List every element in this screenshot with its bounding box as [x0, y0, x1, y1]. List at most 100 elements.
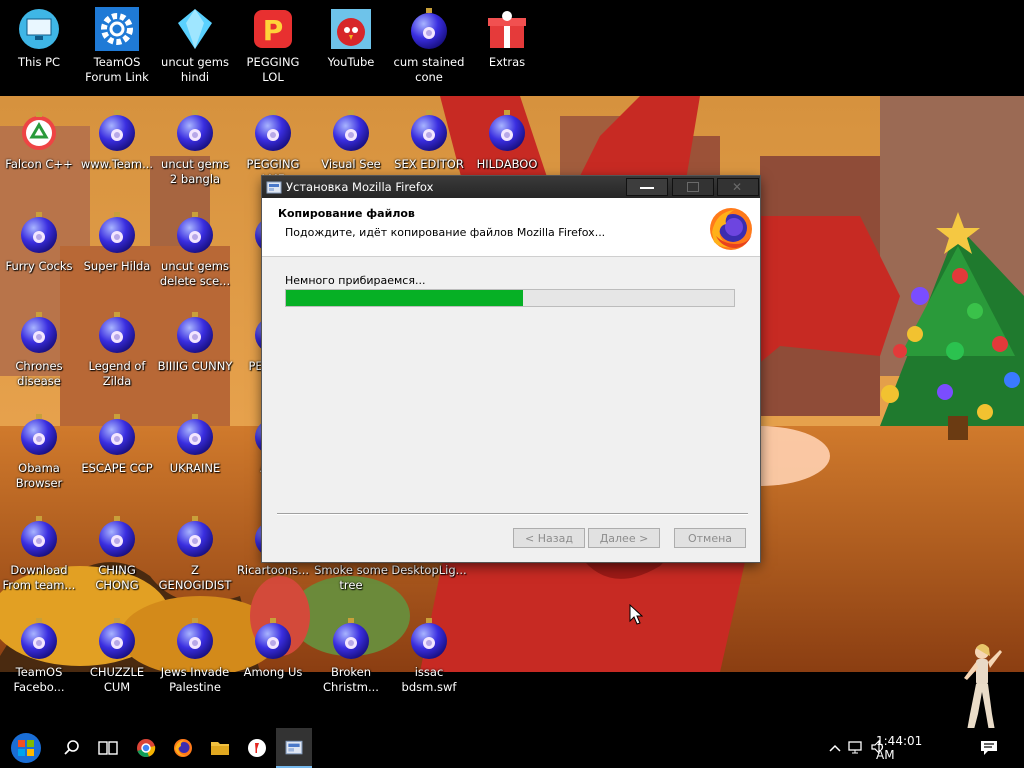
desktop-icon[interactable]: issac bdsm.swf [390, 614, 468, 695]
desktop-icon[interactable]: This PC [0, 4, 78, 70]
firefox-icon [174, 739, 192, 757]
desktop-icon[interactable]: CHUZZLE CUM [78, 614, 156, 695]
ornament-icon [21, 212, 57, 253]
desktop-icon[interactable]: TeamOS Facebo... [0, 614, 78, 695]
desktop-icon[interactable]: ESCAPE CCP [78, 410, 156, 476]
desktop-icon[interactable]: Extras [468, 4, 546, 70]
desktop-icon-label: issac bdsm.swf [401, 665, 457, 694]
maximize-icon [687, 182, 699, 192]
ornament-icon [177, 414, 213, 455]
ornament-icon [177, 618, 213, 659]
desktop-icon[interactable]: Obama Browser [0, 410, 78, 491]
desktop-icon[interactable]: Falcon C++ [0, 106, 78, 172]
installer-icon [285, 740, 303, 755]
window-titlebar[interactable]: Установка Mozilla Firefox ✕ [262, 176, 760, 198]
window-title: Установка Mozilla Firefox [286, 180, 434, 194]
desktop-icon-label: Super Hilda [83, 259, 151, 273]
clock[interactable]: 1:44:01 AM [876, 728, 936, 768]
desktop-icon[interactable]: Legend of Zilda [78, 308, 156, 389]
installer-heading: Копирование файлов [278, 207, 415, 220]
firefox-installer-window[interactable]: Установка Mozilla Firefox ✕ Копирование … [262, 176, 760, 562]
desktop-icon-label: CHING CHONG [95, 563, 139, 592]
network-button[interactable] [844, 740, 868, 757]
desktop-icon[interactable]: BIIIIG CUNNY [156, 308, 234, 374]
notification-icon [981, 741, 997, 755]
search-button[interactable] [54, 728, 90, 768]
ornament-icon [21, 516, 57, 557]
show-hidden-icons-button[interactable] [826, 741, 844, 755]
start-icon [11, 733, 41, 763]
desktop-icon[interactable]: Broken Christm... [312, 614, 390, 695]
ornament-icon [99, 212, 135, 253]
minimize-button[interactable] [626, 178, 668, 196]
desktop-icon[interactable]: Jews Invade Palestine [156, 614, 234, 695]
firefox-taskbar-button[interactable] [165, 728, 201, 768]
desktop-icon[interactable]: UKRAINE [156, 410, 234, 476]
installer-subheading: Подождите, идёт копирование файлов Mozil… [285, 226, 606, 239]
desktop-icon[interactable]: PEGGING LMF [234, 106, 312, 187]
yandex-taskbar-button[interactable] [239, 728, 275, 768]
task-view-icon [98, 741, 118, 755]
firefox-logo-icon [710, 208, 752, 250]
desktop-icon[interactable]: TeamOS Forum Link [78, 4, 156, 85]
desktop-icon-label: SEX EDITOR [394, 157, 464, 171]
desktop-icon-label: uncut gems 2 bangla [161, 157, 229, 186]
desktop-icon[interactable]: Visual See [312, 106, 390, 172]
desktop-icon[interactable]: Download From team... [0, 512, 78, 593]
ornament-icon [411, 8, 447, 49]
yandex-icon [248, 739, 266, 757]
ornament-icon [411, 110, 447, 151]
recycle-icon [22, 112, 56, 150]
ornament-icon [177, 516, 213, 557]
desktop-icon-label: BIIIIG CUNNY [157, 359, 233, 373]
desktop-icon[interactable]: Among Us [234, 614, 312, 680]
installer-icon [266, 181, 282, 194]
file-explorer-taskbar-button[interactable] [202, 728, 238, 768]
close-button[interactable]: ✕ [717, 178, 759, 196]
desktop-icon[interactable]: P PEGGING LOL [234, 4, 312, 85]
desktop-icon[interactable]: SEX EDITOR [390, 106, 468, 172]
mouse-cursor-icon [629, 604, 643, 625]
ornament-icon [21, 312, 57, 353]
close-icon: ✕ [732, 180, 743, 194]
desktop-icon[interactable]: cum stained cone [390, 4, 468, 85]
desktop-icon[interactable]: www.Team... [78, 106, 156, 172]
next-button[interactable]: Далее > [588, 528, 660, 548]
ornament-icon [333, 110, 369, 151]
back-button[interactable]: < Назад [513, 528, 585, 548]
desktop-icon[interactable]: Chrones disease [0, 308, 78, 389]
task-view-button[interactable] [90, 728, 126, 768]
ornament-icon [99, 618, 135, 659]
network-icon [848, 740, 862, 753]
desktop-icon-label: TeamOS Facebo... [13, 665, 65, 694]
start-button[interactable] [4, 728, 48, 768]
desktop-icon[interactable]: HILDABOO [468, 106, 546, 172]
desktop-icon[interactable]: Z GENOGIDIST [156, 512, 234, 593]
desktop-icon[interactable]: Super Hilda [78, 208, 156, 274]
button-separator [277, 513, 748, 515]
desktop-icon[interactable]: uncut gems delete sce... [156, 208, 234, 289]
action-center-button[interactable] [980, 728, 998, 768]
chrome-taskbar-button[interactable] [128, 728, 164, 768]
maximize-button[interactable] [672, 178, 714, 196]
desktop-icon[interactable]: uncut gems hindi [156, 4, 234, 85]
installer-header: Копирование файлов Подождите, идёт копир… [262, 198, 760, 257]
desktop-icon-label: Z GENOGIDIST [158, 563, 232, 592]
desktop-icon[interactable]: YouTube [312, 4, 390, 70]
install-progress-bar [285, 289, 735, 307]
gem-icon [178, 9, 212, 49]
angry-bird-icon [331, 9, 371, 49]
installer-taskbar-button[interactable] [276, 728, 312, 768]
desktop-icon[interactable]: uncut gems 2 bangla [156, 106, 234, 187]
desktop-icon[interactable]: Furry Cocks [0, 208, 78, 274]
desktop-icon-label: DesktopLig... [391, 563, 467, 577]
desktop-icon-label: Legend of Zilda [88, 359, 146, 388]
desktop-icon-label: PEGGING LOL [246, 55, 300, 84]
ornament-icon [99, 414, 135, 455]
desktop-icon[interactable]: CHING CHONG [78, 512, 156, 593]
file-explorer-icon [211, 742, 229, 755]
svg-text:P: P [263, 14, 284, 47]
desktop-icon-label: CHUZZLE CUM [89, 665, 145, 694]
pegging-logo-icon: P [254, 10, 292, 48]
cancel-button[interactable]: Отмена [674, 528, 746, 548]
